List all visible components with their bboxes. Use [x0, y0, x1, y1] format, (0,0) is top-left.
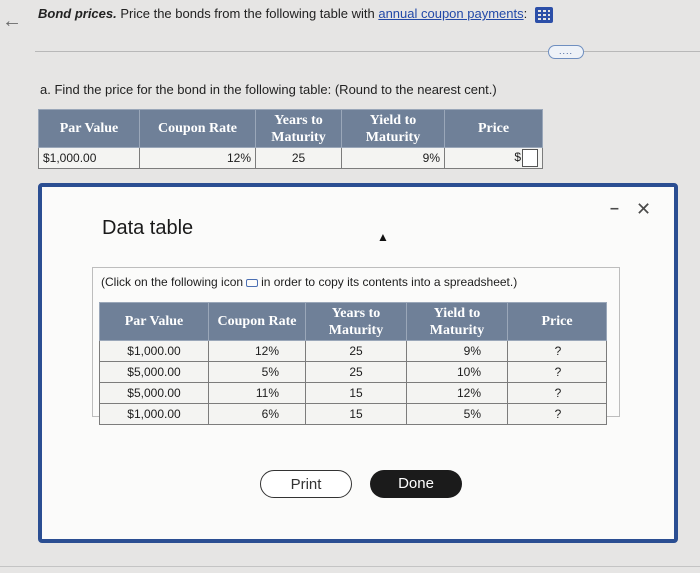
- copy-note: (Click on the following icon in order to …: [101, 275, 517, 289]
- cell-price: ?: [507, 403, 607, 425]
- minimize-icon[interactable]: –: [610, 200, 619, 218]
- data-table-modal: Data table (Click on the following icon i…: [38, 183, 678, 543]
- data-table: Par Value Coupon Rate Years to Maturity …: [99, 302, 607, 425]
- question-text: a. Find the price for the bond in the fo…: [40, 82, 497, 97]
- header-par-value: Par Value: [38, 109, 140, 148]
- cell-years: 25: [305, 361, 407, 383]
- cell-par: $5,000.00: [99, 361, 209, 383]
- mouse-cursor-icon: ▲: [377, 230, 389, 244]
- back-arrow-icon[interactable]: ←: [2, 10, 22, 33]
- table-header-row: Par Value Coupon Rate Years to Maturity …: [38, 109, 543, 148]
- modal-title: Data table: [102, 217, 194, 239]
- grid-data-icon[interactable]: [534, 6, 553, 23]
- question-header: Bond prices. Price the bonds from the fo…: [38, 6, 553, 23]
- cell-coupon: 11%: [208, 382, 306, 404]
- cell-coupon: 12%: [208, 340, 306, 362]
- cell-yield: 10%: [406, 361, 508, 383]
- cell-years: 25: [305, 340, 407, 362]
- table-row: $5,000.00 11% 15 12% ?: [99, 382, 607, 404]
- data-table-header-row: Par Value Coupon Rate Years to Maturity …: [99, 302, 607, 341]
- header-colon: :: [523, 6, 528, 21]
- price-input[interactable]: [522, 149, 538, 167]
- data-header-par-value: Par Value: [99, 302, 209, 341]
- data-header-coupon-rate: Coupon Rate: [208, 302, 306, 341]
- table-row: $1,000.00 6% 15 5% ?: [99, 403, 607, 425]
- cell-par-value: $1,000.00: [38, 147, 140, 169]
- cell-price: ?: [507, 361, 607, 383]
- cell-price: $: [444, 147, 543, 169]
- data-table-panel: (Click on the following icon in order to …: [92, 267, 620, 425]
- copy-note-before: (Click on the following icon: [101, 275, 244, 289]
- header-yield-to-maturity: Yield to Maturity: [341, 109, 445, 148]
- copy-to-spreadsheet-icon[interactable]: [246, 278, 259, 287]
- price-dollar-sign: $: [514, 150, 521, 165]
- divider: [35, 51, 700, 52]
- data-header-yield-to-maturity: Yield to Maturity: [406, 302, 508, 341]
- data-header-years-to-maturity: Years to Maturity: [305, 302, 407, 341]
- cell-par: $1,000.00: [99, 340, 209, 362]
- close-icon[interactable]: ✕: [636, 199, 651, 220]
- cell-yield: 5%: [406, 403, 508, 425]
- header-coupon-rate: Coupon Rate: [139, 109, 256, 148]
- table-row: $1,000.00 12% 25 9% ?: [99, 340, 607, 362]
- header-instruction: Price the bonds from the following table…: [116, 6, 379, 21]
- cell-par: $5,000.00: [99, 382, 209, 404]
- cell-par: $1,000.00: [99, 403, 209, 425]
- header-price: Price: [444, 109, 543, 148]
- header-title: Bond prices.: [38, 6, 117, 21]
- cell-coupon: 5%: [208, 361, 306, 383]
- cell-years: 25: [255, 147, 342, 169]
- coupon-payments-link[interactable]: annual coupon payments: [378, 6, 523, 21]
- copy-note-after: in order to copy its contents into a spr…: [261, 275, 518, 289]
- header-years-to-maturity: Years to Maturity: [255, 109, 342, 148]
- bottom-divider: [0, 566, 700, 567]
- table-row: $5,000.00 5% 25 10% ?: [99, 361, 607, 383]
- cell-years: 15: [305, 382, 407, 404]
- cell-yield: 9%: [341, 147, 445, 169]
- more-options-button[interactable]: ....: [548, 45, 584, 59]
- cell-yield: 12%: [406, 382, 508, 404]
- cell-yield: 9%: [406, 340, 508, 362]
- done-button[interactable]: Done: [370, 470, 462, 498]
- cell-coupon: 6%: [208, 403, 306, 425]
- cell-price: ?: [507, 340, 607, 362]
- bond-input-table: Par Value Coupon Rate Years to Maturity …: [38, 109, 543, 169]
- cell-price: ?: [507, 382, 607, 404]
- table-row: $1,000.00 12% 25 9% $: [38, 147, 543, 169]
- cell-years: 15: [305, 403, 407, 425]
- data-header-price: Price: [507, 302, 607, 341]
- print-button[interactable]: Print: [260, 470, 352, 498]
- cell-coupon-rate: 12%: [139, 147, 256, 169]
